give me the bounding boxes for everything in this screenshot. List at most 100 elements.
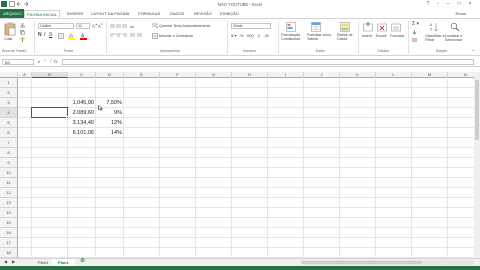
copy-icon[interactable] — [20, 30, 25, 37]
row-header-11[interactable]: 11 — [0, 178, 18, 188]
row-header-17[interactable]: 17 — [0, 238, 18, 248]
row-header-3[interactable]: 3 — [0, 98, 18, 108]
italic-icon[interactable]: I — [44, 33, 45, 38]
cancel-entry-icon[interactable]: × — [44, 58, 47, 63]
wrap-text-icon[interactable] — [152, 23, 159, 31]
name-box[interactable]: B4 — [2, 59, 34, 65]
column-header-m[interactable]: M — [412, 72, 448, 78]
font-name-select[interactable]: Calibri — [38, 23, 74, 29]
paste-button[interactable]: Colar — [4, 37, 13, 41]
column-header-l[interactable]: L — [376, 72, 412, 78]
format-as-table-button[interactable]: Formatar como Tabela — [307, 33, 333, 41]
tab-formulas[interactable]: FÓRMULAS — [138, 10, 160, 18]
increase-decimal-icon[interactable]: ,0 — [257, 34, 260, 38]
row-header-8[interactable]: 8 — [0, 148, 18, 158]
row-header-14[interactable]: 14 — [0, 208, 18, 218]
column-header-n[interactable]: N — [448, 72, 474, 78]
tab-view[interactable]: EXIBIÇÃO — [220, 10, 239, 18]
insert-function-icon[interactable]: fx — [54, 59, 58, 64]
row-header-4[interactable]: 4 — [0, 108, 18, 118]
cell-styles-button[interactable]: Estilos de Célula — [337, 33, 355, 41]
ribbon-display-icon[interactable]: ▫ — [434, 1, 442, 8]
tab-file[interactable]: ARQUIVO — [0, 9, 25, 18]
borders-icon[interactable] — [58, 33, 64, 41]
format-cells-button[interactable]: Formatar — [390, 34, 405, 38]
column-header-k[interactable]: K — [340, 72, 376, 78]
cell-d5[interactable]: 12% — [96, 118, 124, 128]
find-select-button[interactable]: Localizar e Selecionar — [445, 34, 469, 42]
cell-c4[interactable]: 2.089,60 — [68, 108, 96, 118]
merge-center-button[interactable]: Mesclar e Centralizar — [159, 34, 193, 38]
selected-cell[interactable] — [31, 107, 68, 118]
shrink-font-icon[interactable]: A▼ — [98, 23, 103, 28]
column-header-e[interactable]: E — [124, 72, 160, 78]
maximize-icon[interactable]: □ — [455, 1, 463, 8]
row-header-15[interactable]: 15 — [0, 218, 18, 228]
next-sheet-icon[interactable]: ▶ — [12, 260, 15, 264]
fill-icon[interactable] — [412, 30, 417, 37]
cut-icon[interactable] — [20, 22, 25, 30]
row-header-16[interactable]: 16 — [0, 228, 18, 238]
help-icon[interactable]: ? — [424, 1, 432, 8]
grow-font-icon[interactable]: A▲ — [92, 23, 98, 29]
conditional-formatting-button[interactable]: Formatação Condicional — [281, 33, 307, 41]
align-left-icon[interactable] — [110, 33, 128, 40]
format-cells-icon[interactable] — [391, 22, 401, 34]
column-header-b[interactable]: B — [32, 72, 68, 78]
column-header-d[interactable]: D — [96, 72, 124, 78]
tab-home[interactable]: PÁGINA INICIAL — [24, 10, 61, 18]
merge-center-icon[interactable] — [152, 33, 158, 41]
column-header-c[interactable]: C — [68, 72, 96, 78]
insert-cells-button[interactable]: Inserir — [362, 34, 372, 38]
prev-sheet-icon[interactable]: ◀ — [4, 260, 7, 264]
currency-icon[interactable]: $ ▾ — [231, 34, 236, 38]
autosum-icon[interactable]: Σ ▾ — [412, 22, 419, 27]
horizontal-scrollbar[interactable] — [300, 260, 474, 265]
vertical-scroll-thumb[interactable] — [475, 80, 479, 140]
align-top-icon[interactable] — [110, 24, 128, 31]
column-header-i[interactable]: I — [268, 72, 304, 78]
column-header-a[interactable]: A — [18, 72, 32, 78]
tab-review[interactable]: REVISÃO — [194, 10, 212, 18]
close-icon[interactable]: × — [466, 1, 474, 8]
column-header-j[interactable]: J — [304, 72, 340, 78]
orientation-icon[interactable]: ab — [130, 23, 136, 31]
bold-icon[interactable]: N — [38, 33, 42, 38]
sort-filter-button[interactable]: Classificar e Filtrar — [425, 34, 445, 42]
confirm-entry-icon[interactable]: ✓ — [49, 58, 53, 63]
formula-input[interactable] — [62, 59, 474, 65]
cell-c3[interactable]: 1.045,00 — [68, 98, 96, 108]
row-header-9[interactable]: 9 — [0, 158, 18, 168]
tab-insert[interactable]: INSERIR — [67, 10, 83, 18]
cell-d6[interactable]: 14% — [96, 128, 124, 138]
name-box-dropdown-icon[interactable]: ▾ — [38, 60, 40, 64]
delete-cells-icon[interactable] — [377, 22, 387, 34]
decrease-decimal-icon[interactable]: ,00 — [264, 34, 269, 38]
underline-icon[interactable]: S — [49, 33, 52, 38]
fill-color-icon[interactable] — [68, 33, 75, 42]
tab-data[interactable]: DADOS — [170, 10, 184, 18]
row-header-2[interactable]: 2 — [0, 88, 18, 98]
fill-handle[interactable] — [66, 116, 69, 119]
insert-cells-icon[interactable] — [363, 22, 373, 34]
vertical-scrollbar[interactable] — [474, 72, 480, 258]
percent-icon[interactable]: % — [240, 34, 244, 38]
number-format-select[interactable]: Geral — [231, 23, 271, 29]
find-select-icon[interactable] — [450, 22, 460, 34]
delete-cells-button[interactable]: Excluir — [376, 34, 387, 38]
row-header-18[interactable]: 18 — [0, 248, 18, 258]
minimize-icon[interactable]: – — [444, 1, 452, 8]
column-header-f[interactable]: F — [160, 72, 196, 78]
row-header-6[interactable]: 6 — [0, 128, 18, 138]
column-header-g[interactable]: G — [196, 72, 232, 78]
font-color-icon[interactable]: A — [80, 33, 87, 42]
horizontal-scroll-thumb[interactable] — [302, 261, 422, 264]
row-header-1[interactable]: 1 — [0, 78, 18, 88]
cell-c6[interactable]: 6.101,06 — [68, 128, 96, 138]
cell-c5[interactable]: 3.134,40 — [68, 118, 96, 128]
column-header-h[interactable]: H — [232, 72, 268, 78]
comma-style-icon[interactable]: 000 — [247, 34, 254, 38]
row-header-10[interactable]: 10 — [0, 168, 18, 178]
indent-icon[interactable] — [130, 33, 142, 40]
row-header-13[interactable]: 13 — [0, 198, 18, 208]
